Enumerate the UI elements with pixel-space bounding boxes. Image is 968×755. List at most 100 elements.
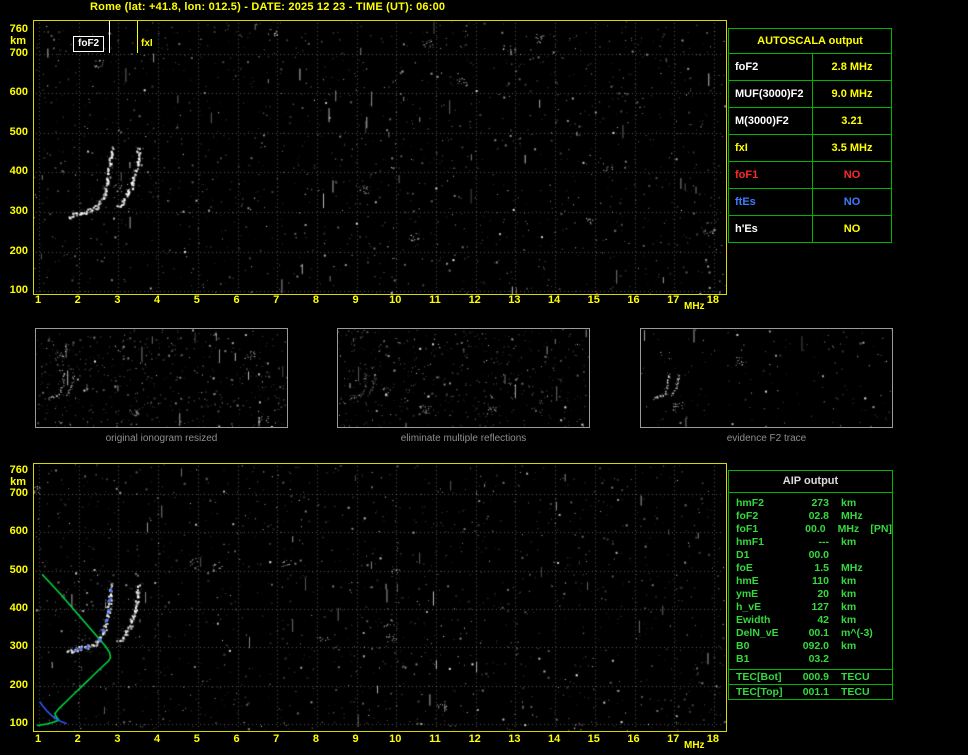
bottom-plot-x-tick-label: 1: [34, 733, 42, 745]
aip-row-label: B0: [736, 640, 750, 652]
aip-row-value: 1.5: [814, 562, 829, 574]
aip-row-value: 110: [812, 575, 829, 587]
bottom-ionogram-canvas: [34, 464, 726, 731]
autoscala-row-value: 2.8 MHz: [831, 61, 873, 73]
aip-row-value: 127: [811, 601, 829, 613]
fof2-marker-label: foF2: [73, 36, 105, 52]
aip-row-value: 00.1: [808, 627, 829, 639]
bottom-plot-x-tick-label: 8: [312, 733, 319, 745]
bottom-plot-y-tick-label: 300: [9, 640, 28, 653]
bottom-plot-y-tick-label: 600: [9, 525, 28, 538]
autoscala-row-value: 9.0 MHz: [831, 88, 873, 100]
aip-row-unit: [829, 549, 873, 562]
top-plot-x-tick-label: 6: [233, 294, 240, 306]
thumbnail-caption-eliminate: eliminate multiple reflections: [400, 433, 527, 444]
aip-row-label: hmF1: [736, 536, 765, 548]
bottom-plot-x-tick-label: 6: [233, 733, 240, 745]
autoscala-row-label: h'Es: [729, 216, 813, 242]
autoscala-row-M(3000)F2: M(3000)F2 3.21: [729, 108, 891, 135]
autoscala-row-value: NO: [843, 196, 861, 208]
top-plot-x-tick-label: 15: [587, 294, 600, 306]
top-plot-y-tick-label: 700: [9, 46, 28, 59]
bottom-plot-y-tick-label: 400: [9, 601, 28, 614]
aip-row-label: foF1: [736, 523, 759, 535]
aip-table-title: AIP output: [729, 471, 892, 493]
top-plot-x-tick-label: 17: [667, 294, 680, 306]
aip-row-value: 02.8: [808, 510, 829, 522]
autoscala-row-label: foF1: [729, 162, 813, 188]
autoscala-row-ftEs: ftEs NO: [729, 189, 891, 216]
bottom-plot-y-tick-label: 700: [9, 486, 28, 499]
aip-row-hmE: hmE 110 km: [729, 575, 892, 588]
bottom-plot-x-tick-label: 2: [74, 733, 81, 745]
autoscala-row-label: fxI: [729, 135, 813, 161]
top-plot-y-tick-label: 500: [9, 125, 28, 138]
bottom-plot-x-tick-label: 11: [429, 733, 441, 745]
aip-row-hmF2: hmF2 273 km: [729, 497, 892, 510]
thumbnail-original-ionogram: [35, 328, 288, 428]
aip-row-label: hmE: [736, 575, 759, 587]
bottom-plot-x-tick-label: 16: [627, 733, 640, 745]
bottom-plot-x-tick-label: 9: [352, 733, 359, 745]
autoscala-row-label: M(3000)F2: [729, 108, 813, 134]
bottom-plot-y-tick-label: 200: [9, 678, 28, 691]
aip-tec-row-TEC[Bot]: TEC[Bot] 000.9 TECU: [729, 669, 892, 684]
autoscala-row-value: NO: [843, 223, 861, 235]
bottom-plot-x-tick-label: 10: [389, 733, 402, 745]
aip-row-D1: D1 00.0: [729, 549, 892, 562]
bottom-plot-x-tick-label: 13: [508, 733, 521, 745]
top-plot-x-tick-label: 16: [627, 294, 640, 306]
aip-table-rows: hmF2 273 km foF2 02.8 MHz foF1 00.0 MHz [PN] hmF1 -…: [729, 493, 892, 669]
aip-row-label: ymE: [736, 588, 759, 600]
aip-row-label: foE: [736, 562, 753, 574]
thumbnail-evidence-f2: [640, 328, 893, 428]
bottom-plot-y-tick-label: 100: [9, 716, 28, 729]
autoscala-output-table: AUTOSCALA output foF2 2.8 MHz MUF(3000)F2 9…: [728, 28, 892, 243]
bottom-plot-x-tick-label: 18: [706, 733, 720, 745]
top-plot-y-tick-label: 400: [9, 165, 28, 178]
autoscala-row-value: 3.21: [841, 115, 863, 127]
autoscala-row-label: MUF(3000)F2: [729, 81, 813, 107]
aip-row-note: [PN]: [870, 523, 893, 535]
aip-row-unit: km: [841, 536, 857, 548]
top-plot-x-tick-label: 12: [468, 294, 481, 306]
aip-row-foE: foE 1.5 MHz: [729, 562, 892, 575]
aip-row-foF2: foF2 02.8 MHz: [729, 510, 892, 523]
aip-row-unit: m^(-3): [841, 627, 873, 639]
bottom-plot-y-tick-label: 760: [9, 464, 28, 476]
bottom-plot-x-tick-label: 5: [193, 733, 200, 745]
aip-row-B1: B1 03.2: [729, 653, 892, 666]
autoscala-row-h'Es: h'Es NO: [729, 216, 891, 242]
autoscala-row-MUF(3000)F2: MUF(3000)F2 9.0 MHz: [729, 81, 891, 108]
aip-row-Ewidth: Ewidth 42 km: [729, 614, 892, 627]
aip-tec-label: TEC[Top]: [736, 686, 783, 698]
top-plot-y-tick-label: 300: [9, 205, 28, 218]
top-ionogram-plot: [33, 20, 727, 295]
bottom-plot-x-tick-label: 3: [114, 733, 121, 745]
aip-tec-unit: TECU: [841, 686, 870, 698]
thumbnail-eliminate-canvas: [338, 329, 589, 427]
thumbnail-caption-evidence: evidence F2 trace: [726, 433, 807, 444]
top-plot-x-tick-label: 7: [273, 294, 280, 306]
aip-row-label: foF2: [736, 510, 759, 522]
aip-tec-label: TEC[Bot]: [736, 671, 782, 683]
autoscala-row-fxI: fxI 3.5 MHz: [729, 135, 891, 162]
top-plot-x-tick-label: 2: [74, 294, 81, 306]
aip-row-label: h_vE: [736, 601, 762, 613]
thumbnail-eliminate-reflections: [337, 328, 590, 428]
aip-row-unit: km: [841, 614, 857, 626]
aip-row-value: 03.2: [808, 653, 829, 665]
autoscala-row-label: ftEs: [729, 189, 813, 215]
autoscala-table-title: AUTOSCALA output: [729, 29, 891, 54]
aip-row-label: hmF2: [736, 497, 765, 509]
top-plot-x-tick-label: 1: [34, 294, 42, 306]
top-ionogram-canvas: [34, 21, 726, 294]
bottom-plot-x-tick-label: 17: [667, 733, 680, 745]
top-y-axis-unit: km: [10, 35, 26, 47]
aip-row-label: B1: [736, 653, 750, 665]
top-plot-x-tick-label: 5: [193, 294, 200, 306]
top-plot-x-tick-label: 13: [508, 294, 521, 306]
aip-tec-row-TEC[Top]: TEC[Top] 001.1 TECU: [729, 684, 892, 699]
autoscala-table-rows: foF2 2.8 MHz MUF(3000)F2 9.0 MHz M(3000)F2 3.…: [729, 54, 891, 242]
aip-row-unit: [829, 653, 873, 666]
